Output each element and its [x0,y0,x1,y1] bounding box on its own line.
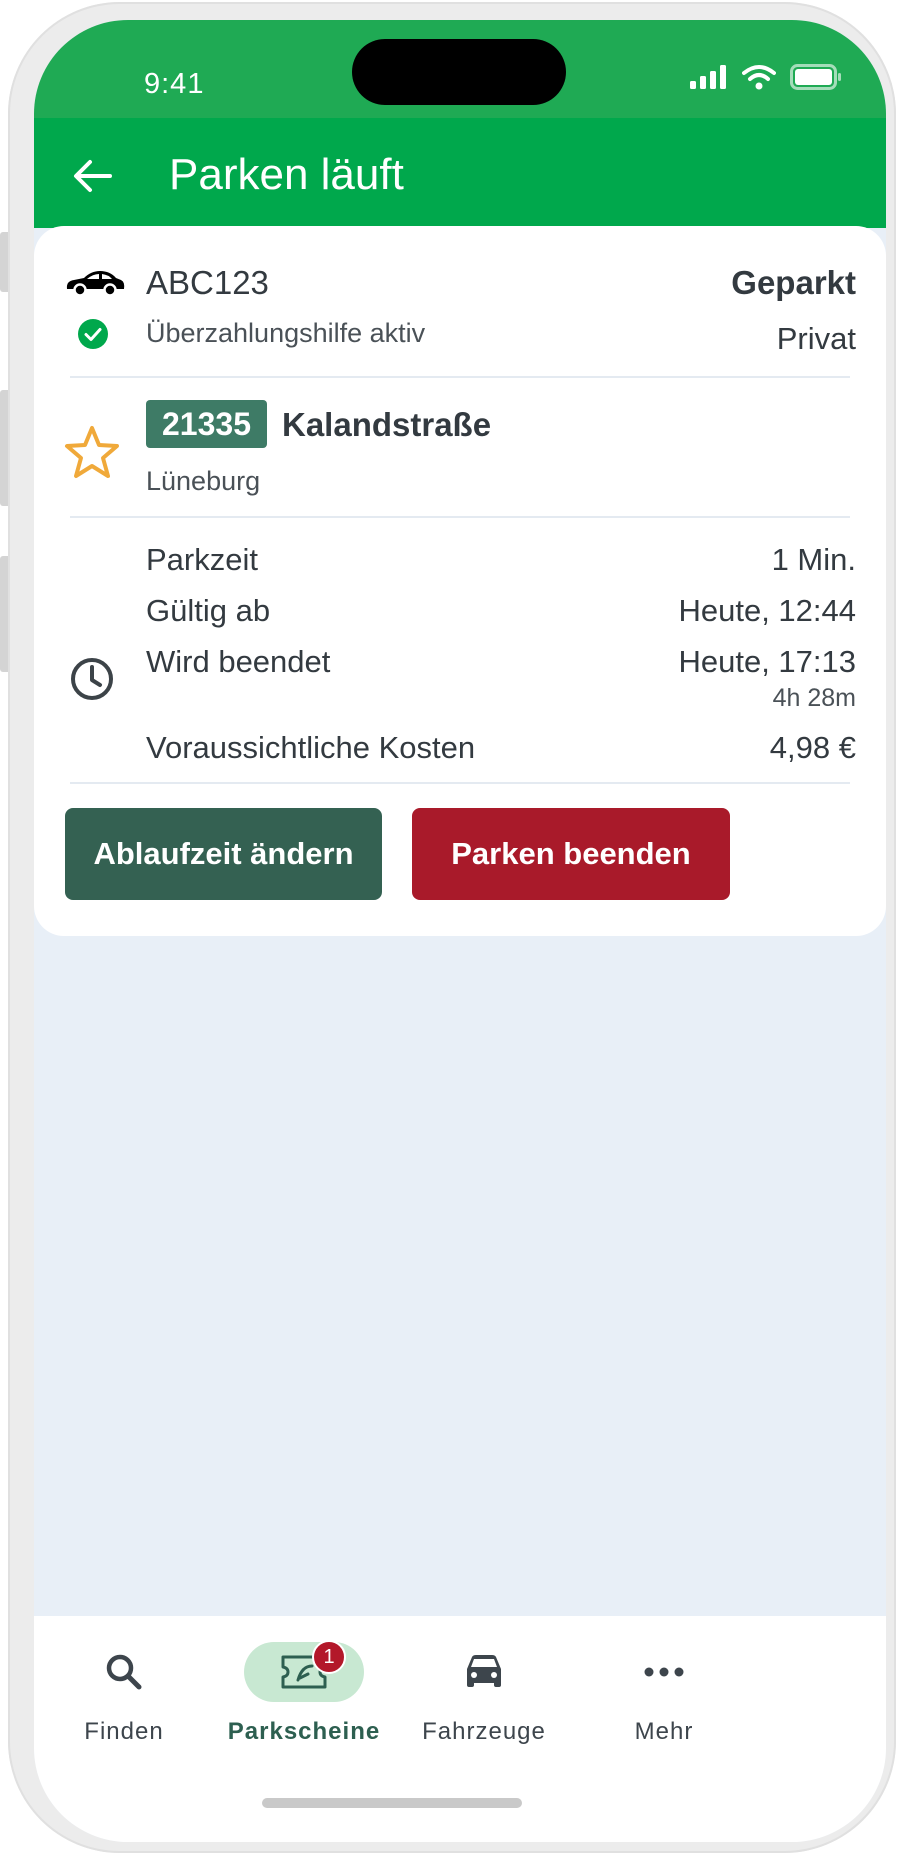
parking-status: Geparkt [731,264,856,301]
parking-ticket-icon: 1 [244,1640,364,1702]
overpay-help-status: Überzahlungshilfe aktiv [146,318,426,348]
end-time-value: Heute, 17:13 [678,644,856,679]
estimated-cost-value: 4,98 € [769,730,856,765]
zone-city: Lüneburg [146,466,261,496]
license-plate: ABC123 [146,264,269,301]
nav-item-mehr[interactable]: Mehr [574,1616,754,1786]
remaining-time: 4h 28m [772,684,856,712]
valid-from-value: Heute, 12:44 [678,593,856,628]
valid-from-label: Gültig ab [146,593,271,628]
phone-volume-down [0,556,8,672]
phone-frame: 9:41 Parken läuft ABC123 Geparkt Überzah… [8,2,896,1853]
zone-number-badge: 21335 [146,400,267,448]
divider [70,782,850,784]
back-button[interactable] [64,148,120,204]
nav-label-parkscheine: Parkscheine [227,1718,381,1745]
signal-icon [690,65,726,89]
phone-side-button [0,232,8,292]
divider [70,376,850,378]
wifi-icon [742,65,776,90]
phone-volume-up [0,390,8,506]
nav-label-finden: Finden [84,1718,164,1745]
battery-icon [790,64,841,90]
parking-duration-label: Parkzeit [146,542,258,577]
ticket-count-badge: 1 [312,1640,346,1674]
arrow-left-icon [74,160,112,192]
nav-label-mehr: Mehr [634,1718,694,1745]
check-circle-icon [77,318,109,350]
dynamic-island [352,39,566,105]
nav-item-parkscheine[interactable]: 1 Parkscheine [214,1616,394,1786]
star-icon[interactable] [62,422,122,482]
zone-street: Kalandstraße [282,406,492,443]
divider [70,516,850,518]
estimated-cost-label: Voraussichtliche Kosten [146,730,476,765]
home-indicator[interactable] [262,1798,522,1808]
app-bar: Parken läuft [34,118,886,228]
car-front-icon [424,1642,544,1702]
status-bar: 9:41 [34,20,886,118]
end-time-label: Wird beendet [146,644,331,679]
search-icon [64,1642,184,1702]
vehicle-type: Privat [776,321,856,356]
page-title: Parken läuft [169,150,404,199]
status-icons [690,64,842,90]
nav-label-fahrzeuge: Fahrzeuge [422,1718,546,1745]
nav-item-fahrzeuge[interactable]: Fahrzeuge [394,1616,574,1786]
parking-duration-value: 1 Min. [771,542,856,577]
parking-session-card: ABC123 Geparkt Überzahlungshilfe aktiv P… [34,226,886,936]
more-dots-icon [604,1642,724,1702]
screen: 9:41 Parken läuft ABC123 Geparkt Überzah… [34,20,886,1842]
clock-icon [67,654,117,704]
car-icon [64,264,126,300]
status-time: 9:41 [144,68,205,100]
end-parking-button[interactable]: Parken beenden [412,808,730,900]
change-expiry-button[interactable]: Ablaufzeit ändern [65,808,382,900]
bottom-navigation: Finden 1 Parkscheine Fahrzeuge Mehr [34,1616,886,1842]
nav-item-finden[interactable]: Finden [34,1616,214,1786]
